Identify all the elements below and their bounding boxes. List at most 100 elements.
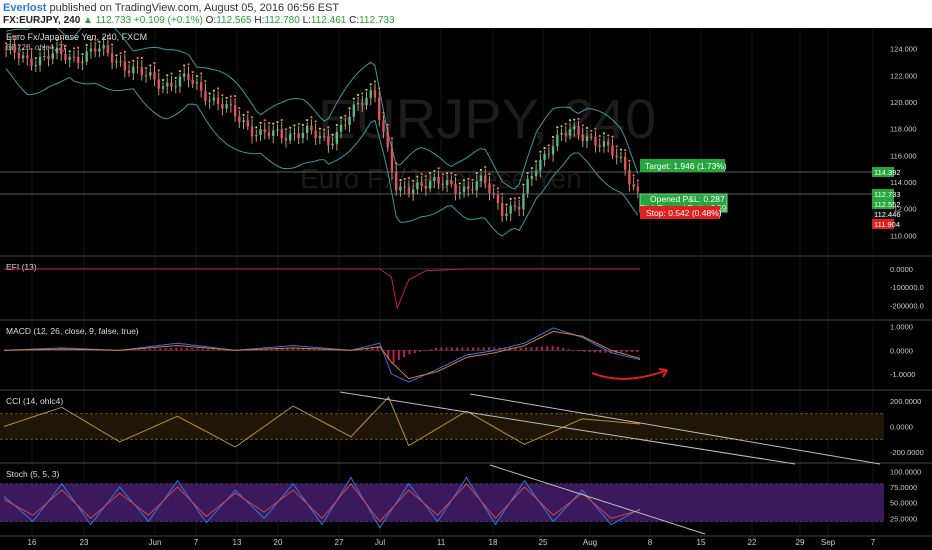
badge-current-price: 112.446 — [874, 210, 901, 219]
candle-body — [454, 184, 457, 194]
candle-marker — [276, 120, 279, 124]
candle-body — [361, 102, 364, 106]
candle-body — [55, 47, 59, 54]
candle-body — [585, 136, 589, 142]
header-bar: Everlost published on TradingView.com, A… — [0, 0, 932, 28]
candle-marker — [535, 160, 538, 163]
candle-marker — [89, 38, 93, 41]
candle-body — [212, 97, 216, 101]
price-tick-label: 110.000 — [890, 231, 917, 240]
candle-body — [17, 52, 21, 59]
publish-credit: Everlost published on TradingView.com, A… — [3, 2, 339, 14]
candle-body — [378, 97, 381, 120]
candle-body — [263, 129, 266, 133]
macd-hist-bar — [191, 348, 194, 351]
candle-body — [233, 105, 237, 117]
macd-hist-bar — [445, 347, 448, 351]
candle-body — [170, 82, 173, 87]
candle-marker — [233, 94, 237, 98]
candle-marker — [369, 83, 372, 86]
candle-marker — [153, 62, 156, 65]
macd-hist-bar — [212, 349, 215, 351]
candle-marker — [602, 132, 606, 135]
candle-marker — [297, 122, 300, 126]
candle-body — [369, 90, 372, 98]
candle-marker — [242, 113, 245, 117]
candle-marker — [636, 179, 639, 182]
candle-marker — [98, 40, 101, 43]
candle-body — [395, 172, 398, 191]
candle-body — [4, 48, 8, 50]
candle-body — [344, 124, 347, 126]
candle-marker — [488, 172, 491, 176]
badge-target-price: 114.392 — [874, 168, 901, 177]
candle-marker — [225, 96, 228, 100]
macd-hist-bar — [604, 350, 607, 353]
time-tick-label: 29 — [796, 538, 805, 547]
candle-body — [72, 56, 76, 58]
close-label: C: — [349, 15, 360, 26]
time-tick-label: 15 — [697, 538, 706, 547]
macd-hist-bar — [148, 348, 151, 351]
candle-marker — [174, 76, 177, 80]
macd-hist-bar — [593, 350, 596, 353]
candle-marker — [628, 159, 631, 163]
macd-hist-bar — [403, 350, 406, 358]
candle-body — [183, 73, 186, 77]
candle-marker — [598, 134, 601, 138]
candle-body — [564, 132, 567, 136]
candle-marker — [573, 118, 576, 121]
macd-hist-bar — [472, 347, 475, 351]
macd-hist-bar — [154, 348, 157, 351]
macd-hist-bar — [217, 349, 220, 351]
candle-marker — [386, 123, 389, 126]
indicator-tick-label: 0.0000 — [890, 265, 913, 274]
candle-marker — [543, 147, 546, 150]
candle-marker — [518, 196, 521, 199]
candle-body — [229, 104, 233, 106]
candle-marker — [339, 116, 343, 119]
macd-hist-bar — [397, 350, 400, 361]
macd-hist-bar — [567, 349, 570, 351]
candle-marker — [9, 36, 12, 39]
candle-marker — [454, 173, 457, 177]
candle-body — [89, 48, 93, 52]
macd-hist-bar — [631, 350, 634, 353]
candle-body — [632, 184, 635, 187]
candle-body — [437, 177, 440, 184]
macd-hist-bar — [530, 347, 533, 351]
candle-marker — [43, 45, 46, 49]
candle-marker — [441, 173, 444, 176]
candle-body — [509, 205, 512, 214]
time-tick-label: 22 — [748, 538, 757, 547]
macd-hist-bar — [434, 347, 437, 351]
macd-hist-bar — [540, 346, 543, 351]
macd-hist-bar — [482, 347, 485, 351]
candle-marker — [585, 126, 589, 130]
candle-body — [132, 66, 135, 74]
candle-marker — [81, 53, 84, 56]
candle-marker — [496, 187, 500, 190]
macd-hist-bar — [519, 347, 522, 351]
candle-body — [115, 61, 118, 63]
symbol-label[interactable]: FX:EURJPY, 240 — [3, 15, 80, 26]
candle-body — [420, 182, 423, 186]
candle-marker — [212, 89, 215, 92]
trading-chart[interactable]: EURJPY, 240 Euro Fx/Japanese Yen Euro Fx… — [0, 28, 932, 550]
candle-marker — [416, 175, 419, 178]
candle-marker — [624, 149, 627, 152]
candle-body — [433, 177, 436, 181]
candle-body — [60, 47, 63, 54]
candle-marker — [509, 197, 512, 200]
candle-marker — [352, 97, 355, 100]
indicator-tick-label: -100000.0 — [890, 283, 924, 292]
candle-marker — [564, 122, 567, 125]
price-tick-label: 118.000 — [890, 125, 917, 134]
candle-marker — [581, 124, 584, 127]
candle-body — [441, 183, 445, 186]
publish-text: published on TradingView.com, August 05,… — [49, 2, 340, 14]
candle-body — [13, 45, 16, 53]
candle-marker — [568, 119, 572, 122]
target-label: Target: 1.946 (1.73%) — [645, 161, 727, 171]
author-link[interactable]: Everlost — [3, 2, 46, 14]
